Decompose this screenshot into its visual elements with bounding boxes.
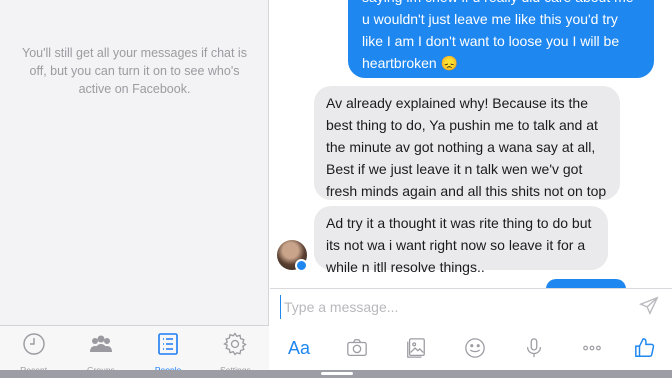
gallery-icon[interactable]	[401, 333, 431, 363]
send-icon[interactable]	[638, 295, 660, 317]
message-bubble-outgoing[interactable]: saying im chew if u really did care abou…	[348, 0, 654, 78]
clock-icon	[22, 332, 46, 361]
message-input[interactable]	[280, 295, 630, 319]
more-icon[interactable]	[577, 333, 607, 363]
microphone-icon[interactable]	[519, 333, 549, 363]
emoji-icon[interactable]	[460, 333, 490, 363]
tab-people[interactable]: People	[135, 326, 202, 375]
tab-groups[interactable]: Groups	[67, 326, 134, 375]
tab-recent[interactable]: Recent	[0, 326, 67, 375]
home-indicator[interactable]	[321, 372, 353, 375]
message-composer: Aa	[270, 288, 672, 370]
conversation-panel: saying im chew if u really did care abou…	[270, 0, 672, 370]
tab-settings[interactable]: Settings	[202, 326, 269, 375]
people-list-icon	[156, 332, 180, 361]
text-format-button[interactable]: Aa	[284, 333, 314, 363]
tab-bar: Recent Groups People Settings	[0, 325, 269, 375]
camera-icon[interactable]	[342, 333, 372, 363]
active-people-panel: You'll still get all your messages if ch…	[0, 0, 269, 375]
chat-off-message: You'll still get all your messages if ch…	[22, 46, 247, 96]
messenger-badge-icon	[295, 259, 308, 272]
message-bubble-incoming[interactable]: Av already explained why! Because its th…	[314, 86, 620, 221]
like-icon[interactable]	[630, 333, 660, 363]
composer-toolbar: Aa	[270, 333, 672, 365]
gear-icon	[223, 332, 248, 361]
message-bubble-incoming[interactable]: Ad try it a thought it was rite thing to…	[314, 206, 608, 275]
groups-icon	[89, 332, 113, 361]
